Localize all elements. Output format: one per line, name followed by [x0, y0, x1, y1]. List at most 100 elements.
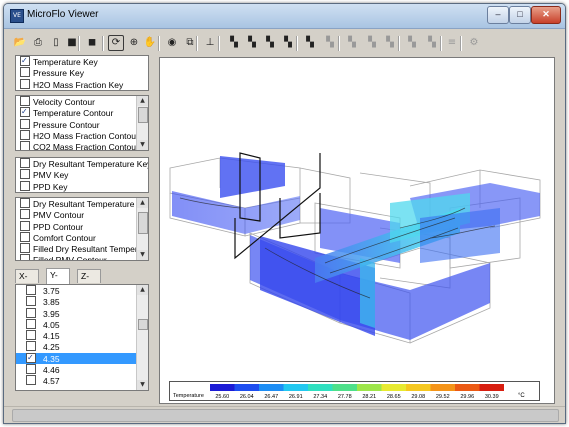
checkbox[interactable] [20, 96, 30, 106]
list-item[interactable]: Dry Resultant Temperature Contour [16, 198, 148, 209]
list-item[interactable]: 4.15 [16, 330, 148, 341]
list-item[interactable]: CO2 Mass Fraction Contour [16, 141, 148, 150]
camera-button[interactable]: ◼ [84, 35, 100, 51]
list-item[interactable]: PMV Key [16, 169, 148, 180]
list-item[interactable]: 3.95 [16, 307, 148, 319]
checkbox[interactable] [26, 330, 36, 341]
list-item[interactable]: Filled PMV Contour [16, 254, 148, 260]
list-item[interactable]: PPD Key [16, 180, 148, 192]
vertical-scrollbar[interactable]: ▲ ▼ [136, 285, 148, 390]
checkbox[interactable] [20, 231, 30, 242]
checkbox[interactable] [26, 341, 36, 352]
checkbox[interactable] [20, 158, 30, 168]
scroll-down-icon[interactable]: ▼ [137, 380, 148, 390]
list-item[interactable]: Temperature Key [16, 56, 148, 67]
list-item[interactable]: 4.05 [16, 318, 148, 330]
save-button[interactable]: ■ [64, 35, 80, 51]
checkbox[interactable] [26, 296, 36, 307]
layers-icon: ≡ [447, 37, 457, 48]
view-button[interactable]: ▚ [344, 35, 360, 51]
tab-y-grid[interactable]: Y-Grid [46, 268, 71, 293]
horizontal-scrollbar[interactable] [12, 409, 559, 422]
axis-button[interactable]: ⊥ [202, 35, 218, 51]
checkbox[interactable] [26, 318, 36, 329]
checkbox[interactable] [26, 285, 36, 295]
zoom-button[interactable]: ⊕ [126, 35, 142, 51]
scroll-up-icon[interactable]: ▲ [137, 198, 148, 208]
list-item[interactable]: Pressure Contour [16, 118, 148, 130]
checkbox[interactable] [26, 364, 36, 375]
list-item[interactable]: H2O Mass Fraction Contour [16, 129, 148, 141]
checkbox[interactable] [20, 129, 30, 140]
legend-tick-label: 29.08 [411, 394, 425, 400]
copy-button[interactable]: ⧉ [182, 35, 198, 51]
view-button[interactable]: ▚ [424, 35, 440, 51]
view-button[interactable]: ▚ [302, 35, 318, 51]
layers-button[interactable]: ≡ [444, 35, 460, 51]
view-button[interactable]: ▚ [364, 35, 380, 51]
list-item[interactable]: Temperature Contour [16, 106, 148, 118]
checkbox[interactable] [20, 78, 30, 89]
scroll-thumb[interactable] [138, 319, 148, 330]
scroll-up-icon[interactable]: ▲ [137, 285, 148, 295]
list-item[interactable]: PPD Contour [16, 220, 148, 232]
checkbox[interactable] [26, 375, 36, 386]
list-item[interactable]: 4.57 [16, 375, 148, 386]
tab-x-grid[interactable]: X-Grid [15, 269, 40, 294]
view-button[interactable]: ▚ [404, 35, 420, 51]
checkbox[interactable] [20, 254, 30, 260]
checkbox[interactable] [20, 198, 30, 208]
minimize-button[interactable]: – [487, 6, 509, 24]
view-button[interactable]: ▚ [262, 35, 278, 51]
checkbox[interactable] [26, 307, 36, 318]
settings-icon: ⚙ [469, 37, 479, 48]
checkbox[interactable] [20, 118, 30, 129]
list-item[interactable]: 4.25 [16, 341, 148, 352]
scroll-down-icon[interactable]: ▼ [137, 250, 148, 260]
checkbox[interactable] [20, 209, 30, 220]
view-button[interactable]: ▚ [382, 35, 398, 51]
checkbox[interactable] [20, 169, 30, 180]
scroll-down-icon[interactable]: ▼ [137, 140, 148, 150]
list-item[interactable]: 4.35 [16, 352, 148, 365]
scroll-up-icon[interactable]: ▲ [137, 96, 148, 106]
scroll-thumb[interactable] [138, 212, 148, 234]
scroll-thumb[interactable] [138, 107, 148, 123]
list-item[interactable]: 3.85 [16, 296, 148, 307]
view-button[interactable]: ▚ [322, 35, 338, 51]
checkbox[interactable] [20, 67, 30, 78]
list-item[interactable]: Pressure Key [16, 67, 148, 78]
print-button[interactable]: ⎙ [30, 35, 46, 51]
page-button[interactable]: ▯ [48, 35, 64, 51]
view-button[interactable]: ▚ [280, 35, 296, 51]
list-item[interactable]: H2O Mass Fraction Key [16, 78, 148, 90]
list-item[interactable]: Filled Dry Resultant Temperature [16, 243, 148, 254]
pin-button[interactable]: ◉ [164, 35, 180, 51]
checkbox[interactable] [20, 243, 30, 254]
pan-button[interactable]: ✋ [142, 35, 158, 51]
model-render[interactable] [160, 58, 554, 378]
list-item[interactable]: Velocity Contour [16, 96, 148, 107]
maximize-button[interactable]: □ [509, 6, 531, 24]
rotate-button[interactable]: ⟳ [108, 35, 124, 51]
vertical-scrollbar[interactable]: ▲ ▼ [136, 96, 148, 150]
list-item[interactable]: Dry Resultant Temperature Key [16, 158, 148, 169]
list-item[interactable]: 4.46 [16, 364, 148, 375]
3d-viewport[interactable]: Temperature 25.60 26.04 26.47 26.91 27.34 27.7… [159, 57, 555, 404]
checkbox[interactable] [20, 220, 30, 231]
list-item[interactable]: PMV Contour [16, 209, 148, 220]
view-button[interactable]: ▚ [226, 35, 242, 51]
settings-button[interactable]: ⚙ [466, 35, 482, 51]
list-item[interactable]: Comfort Contour [16, 231, 148, 243]
checkbox[interactable] [20, 141, 30, 150]
checkbox[interactable] [26, 352, 36, 363]
tab-z-grid[interactable]: Z-Grid [77, 269, 102, 294]
vertical-scrollbar[interactable]: ▲ ▼ [136, 198, 148, 260]
close-button[interactable]: ✕ [531, 6, 561, 24]
checkbox[interactable] [20, 56, 30, 66]
checkbox[interactable] [20, 106, 30, 118]
view-button[interactable]: ▚ [244, 35, 260, 51]
list-item[interactable]: 3.75 [16, 285, 148, 296]
open-button[interactable]: 📂 [12, 35, 28, 51]
checkbox[interactable] [20, 180, 30, 191]
